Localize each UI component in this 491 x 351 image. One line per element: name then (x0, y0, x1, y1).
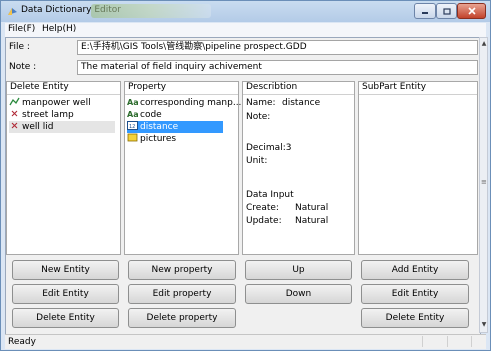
file-path-field[interactable]: E:\手持机\GIS Tools\管线勘察\pipeline prospect.… (77, 40, 478, 55)
menu-bar: File(F) Help(H) (5, 23, 486, 37)
edit-entity-button[interactable]: Edit Entity (12, 284, 119, 304)
desc-update-label: Update: (246, 216, 282, 226)
main-content: File : E:\手持机\GIS Tools\管线勘察\pipeline pr… (5, 37, 481, 335)
property-item-label: distance (140, 122, 179, 132)
delete-property-button[interactable]: Delete property (128, 308, 236, 328)
menu-help[interactable]: Help(H) (42, 24, 76, 34)
text-aa-icon: Aa (127, 110, 138, 118)
close-icon (467, 7, 476, 15)
minimize-button[interactable] (414, 3, 436, 19)
scroll-down-icon[interactable]: ▼ (480, 321, 488, 331)
note-field[interactable]: The material of field inquiry achivement (77, 60, 478, 75)
scroll-up-icon[interactable]: ▲ (480, 40, 488, 50)
menu-file[interactable]: File(F) (8, 24, 35, 34)
entity-item[interactable]: street lamp (9, 109, 74, 121)
picture-icon (127, 133, 138, 142)
desc-note-label: Note: (246, 112, 271, 122)
entity-item-label: manpower well (22, 98, 91, 108)
property-item-label: corresponding manp... (140, 98, 242, 108)
polyline-icon (9, 97, 20, 106)
property-item[interactable]: Aa code (127, 109, 162, 121)
text-aa-icon: Aa (127, 98, 138, 106)
property-item-label: code (140, 110, 162, 120)
close-button[interactable] (457, 3, 486, 19)
edit-property-button[interactable]: Edit property (128, 284, 236, 304)
description-panel: Describtion Name: distance Note: Decimal… (242, 81, 355, 255)
desc-create-label: Create: (246, 203, 279, 213)
up-button[interactable]: Up (245, 260, 352, 280)
file-label: File : (9, 42, 30, 52)
status-text: Ready (8, 337, 36, 347)
entity-item-label: street lamp (22, 110, 74, 120)
desc-data-input-label: Data Input (246, 190, 294, 200)
entity-item[interactable]: manpower well (9, 97, 91, 109)
down-button[interactable]: Down (245, 284, 352, 304)
scroll-grip-icon[interactable]: ≡ (481, 178, 487, 186)
number-icon: 12 (127, 121, 138, 130)
entity-panel: Delete Entity manpower well street lamp … (6, 81, 121, 255)
property-panel: Property Aa corresponding manp... Aa code … (124, 81, 241, 255)
description-panel-header: Describtion (243, 82, 354, 95)
point-x-icon (11, 122, 18, 129)
vertical-scrollbar[interactable]: ▲ ≡ ▼ (479, 37, 488, 333)
maximize-icon (442, 7, 451, 15)
desc-name-value: distance (282, 98, 321, 108)
delete-entity-button[interactable]: Delete Entity (12, 308, 119, 328)
property-panel-header[interactable]: Property (125, 82, 238, 95)
title-background-blur (91, 4, 211, 18)
note-label: Note : (9, 62, 37, 72)
title-bar[interactable]: Data Dictionary Editor (1, 1, 490, 22)
property-item-selected[interactable]: 12 distance (127, 121, 223, 133)
entity-panel-header[interactable]: Delete Entity (7, 82, 120, 95)
entity-item-label: well lid (22, 122, 54, 132)
maximize-button[interactable] (436, 3, 457, 19)
desc-name-label: Name: (246, 98, 276, 108)
subpart-panel: SubPart Entity (358, 81, 478, 255)
new-entity-button[interactable]: New Entity (12, 260, 119, 280)
point-x-icon (11, 110, 18, 117)
property-item[interactable]: pictures (127, 133, 176, 145)
minimize-icon (422, 12, 428, 14)
add-subpart-entity-button[interactable]: Add Entity (361, 260, 469, 280)
delete-subpart-entity-button[interactable]: Delete Entity (361, 308, 469, 328)
property-item-label: pictures (140, 134, 177, 144)
entity-item[interactable]: well lid (9, 121, 115, 133)
app-icon (8, 8, 17, 15)
property-item[interactable]: Aa corresponding manp... (127, 97, 241, 109)
desc-update-value: Natural (295, 216, 329, 226)
edit-subpart-entity-button[interactable]: Edit Entity (361, 284, 469, 304)
svg-text:12: 12 (129, 124, 135, 130)
desc-create-value: Natural (295, 203, 329, 213)
subpart-panel-header[interactable]: SubPart Entity (359, 82, 477, 95)
status-bar: Ready (5, 334, 486, 349)
desc-unit-label: Unit: (246, 156, 268, 166)
app-window: Data Dictionary Editor File(F) Help(H) F… (0, 0, 491, 351)
desc-decimal: Decimal:3 (246, 143, 292, 153)
svg-text:Aa: Aa (127, 98, 138, 106)
svg-text:Aa: Aa (127, 110, 138, 118)
new-property-button[interactable]: New property (128, 260, 236, 280)
